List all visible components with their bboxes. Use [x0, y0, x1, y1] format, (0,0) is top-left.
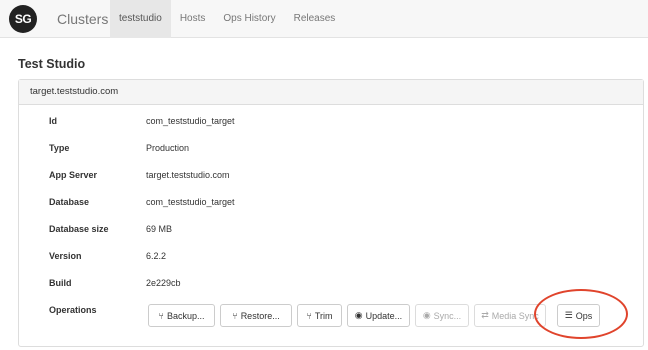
branch-icon: ⑂ — [232, 310, 238, 321]
list-icon: ☰ — [564, 310, 573, 320]
operations-label: Operations — [49, 305, 97, 315]
swap-arrows-icon: ⇄ — [481, 310, 489, 320]
restore-button[interactable]: ⑂ Restore... — [220, 304, 292, 327]
detail-value: Production — [146, 143, 190, 153]
sync-button-label: Sync... — [433, 310, 462, 321]
nav-tab-teststudio[interactable]: teststudio — [110, 0, 171, 38]
nav-tab-hosts[interactable]: Hosts — [171, 0, 215, 38]
top-navbar: SG Clusters teststudio Hosts Ops History… — [0, 0, 648, 38]
brand-link[interactable]: Clusters — [57, 0, 108, 38]
ops-button-label: Ops — [575, 310, 593, 321]
update-button[interactable]: ◉ Update... — [347, 304, 410, 327]
panel-heading: target.teststudio.com — [19, 80, 643, 105]
ops-button[interactable]: ☰ Ops — [557, 304, 600, 327]
detail-key: Type — [49, 143, 70, 153]
detail-value: com_teststudio_target — [146, 197, 235, 207]
detail-value: 6.2.2 — [146, 251, 167, 261]
nav-tabs: teststudio Hosts Ops History Releases — [110, 0, 344, 38]
logo[interactable]: SG — [9, 5, 37, 33]
media-sync-button[interactable]: ⇄ Media Sync — [474, 304, 546, 327]
branch-icon: ⑂ — [306, 310, 312, 321]
update-button-label: Update... — [365, 310, 403, 321]
detail-key: Version — [49, 251, 82, 261]
detail-value: com_teststudio_target — [146, 116, 235, 126]
detail-key: Database size — [49, 224, 109, 234]
detail-value: target.teststudio.com — [146, 170, 230, 180]
nav-tab-releases[interactable]: Releases — [285, 0, 345, 38]
restore-button-label: Restore... — [240, 310, 280, 321]
nav-tab-ops-history[interactable]: Ops History — [214, 0, 284, 38]
trim-button[interactable]: ⑂ Trim — [297, 304, 342, 327]
branch-icon: ⑂ — [158, 310, 164, 321]
circle-arrow-icon: ◉ — [354, 310, 363, 320]
detail-value: 2e229cb — [146, 278, 181, 288]
backup-button[interactable]: ⑂ Backup... — [148, 304, 215, 327]
detail-key: Database — [49, 197, 90, 207]
detail-key: App Server — [49, 170, 98, 180]
circle-arrow-icon: ◉ — [422, 310, 431, 320]
detail-value: 69 MB — [146, 224, 173, 234]
cluster-panel: target.teststudio.com Id com_teststudio_… — [18, 79, 644, 347]
page-title: Test Studio — [18, 57, 86, 71]
trim-button-label: Trim — [314, 310, 333, 321]
backup-button-label: Backup... — [166, 310, 205, 321]
detail-key: Id — [49, 116, 57, 126]
media-sync-button-label: Media Sync — [491, 310, 539, 321]
sync-button[interactable]: ◉ Sync... — [415, 304, 469, 327]
detail-key: Build — [49, 278, 72, 288]
